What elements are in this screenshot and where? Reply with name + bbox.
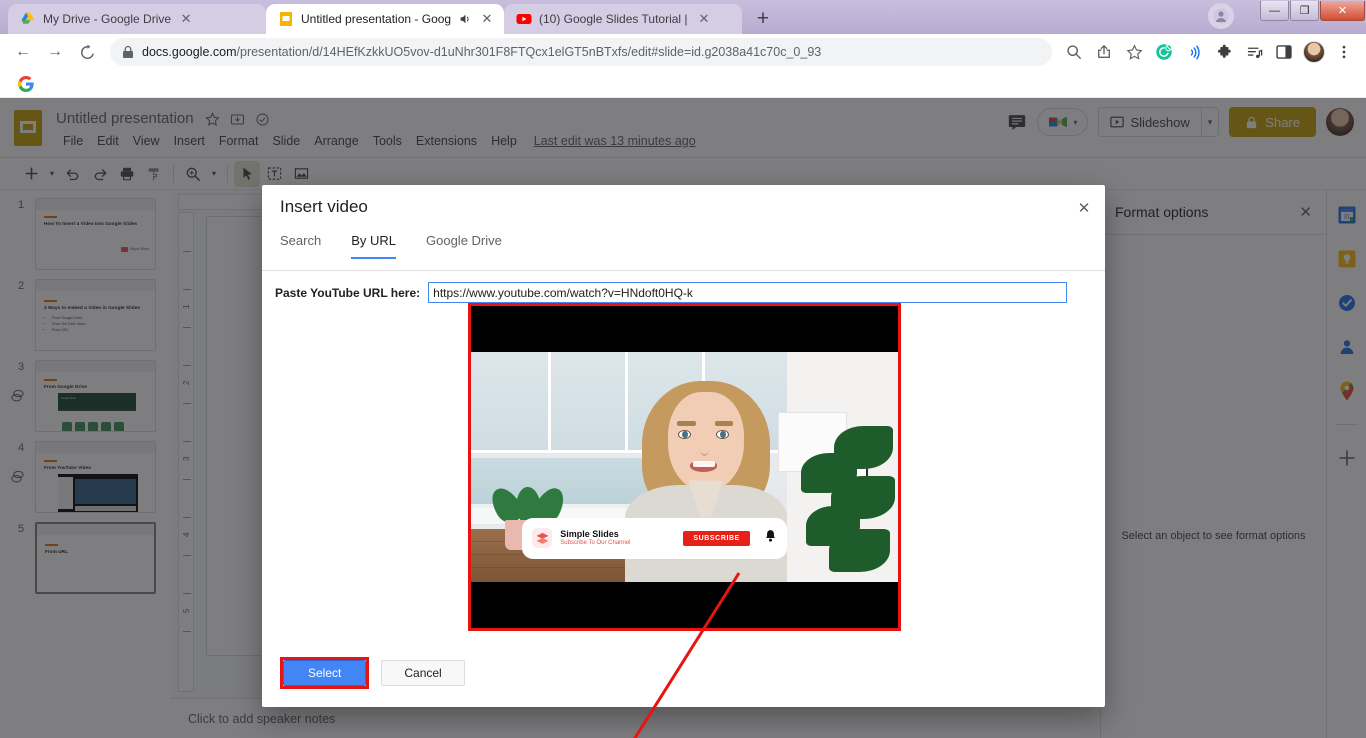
select-button-annotation-box: Select [280, 657, 370, 689]
browser-toolbar: ← → docs.google.com/presentation/d/14HEf… [0, 34, 1366, 70]
bookmark-google[interactable] [12, 73, 46, 95]
search-icon[interactable] [1060, 38, 1088, 66]
tab-title: My Drive - Google Drive [43, 12, 172, 26]
url-input-label: Paste YouTube URL here: [275, 285, 421, 300]
new-tab-button[interactable]: + [748, 4, 778, 34]
chrome-menu-icon[interactable] [1330, 38, 1358, 66]
google-slides-icon [280, 12, 292, 26]
subscribe-overlay-card: Simple Slides Subscribe To Our Channel S… [522, 517, 787, 559]
tab-close-icon[interactable]: ✕ [696, 11, 712, 27]
lock-icon [123, 45, 133, 58]
subscribe-button[interactable]: SUBSCRIBE [683, 530, 750, 546]
forward-icon[interactable]: → [40, 37, 70, 67]
video-preview[interactable]: Simple Slides Subscribe To Our Channel S… [471, 306, 898, 628]
browser-tab-untitled-presentation[interactable]: Untitled presentation - Goog ✕ [266, 4, 504, 34]
address-bar[interactable]: docs.google.com/presentation/d/14HEfKzkk… [110, 38, 1052, 66]
bookmark-star-icon[interactable] [1120, 38, 1148, 66]
profile-avatar[interactable] [1300, 38, 1328, 66]
address-bar-url: docs.google.com/presentation/d/14HEfKzkk… [142, 45, 821, 59]
url-domain: docs.google.com [142, 45, 237, 59]
window-profile-chip[interactable] [1208, 3, 1234, 29]
browser-window: My Drive - Google Drive ✕ Untitled prese… [0, 0, 1366, 738]
cancel-button[interactable]: Cancel [381, 660, 465, 686]
extensions-puzzle-icon[interactable] [1210, 38, 1238, 66]
url-path: /presentation/d/14HEfKzkkUO5vov-d1uNhr30… [236, 45, 822, 59]
youtube-url-input[interactable] [428, 282, 1067, 303]
window-controls: — ❐ ✕ [1260, 0, 1366, 22]
user-avatar-icon [1213, 8, 1229, 24]
window-minimize-button[interactable]: — [1260, 1, 1289, 21]
tab-title: (10) Google Slides Tutorial | How [539, 12, 689, 26]
dialog-tab-divider [262, 270, 1105, 271]
window-maximize-button[interactable]: ❐ [1290, 1, 1319, 21]
url-input-row: Paste YouTube URL here: [275, 282, 1067, 303]
tab-close-icon[interactable]: ✕ [479, 11, 495, 27]
google-icon [18, 75, 34, 92]
browser-tab-my-drive[interactable]: My Drive - Google Drive ✕ [8, 4, 266, 34]
video-preview-annotation-box: Simple Slides Subscribe To Our Channel S… [468, 303, 901, 631]
reload-icon[interactable] [72, 37, 102, 67]
window-close-button[interactable]: ✕ [1320, 1, 1365, 21]
tab-audio-icon[interactable] [458, 12, 472, 26]
tab-strip: My Drive - Google Drive ✕ Untitled prese… [0, 0, 1366, 34]
insert-video-dialog: Insert video ✕ Search By URL Google Driv… [262, 185, 1105, 738]
tab-title: Untitled presentation - Goog [301, 12, 451, 26]
channel-name: Simple Slides [560, 528, 619, 539]
tab-google-drive[interactable]: Google Drive [426, 233, 502, 259]
video-thumbnail-image: Simple Slides Subscribe To Our Channel S… [471, 352, 898, 582]
cast-sound-icon[interactable] [1180, 38, 1208, 66]
youtube-icon [516, 14, 532, 24]
channel-subtitle: Subscribe To Our Channel [560, 540, 631, 547]
simple-slides-logo-icon [532, 528, 553, 549]
back-icon[interactable]: ← [8, 37, 38, 67]
bookmarks-bar [0, 70, 1366, 98]
browser-action-icons [1060, 38, 1358, 66]
tab-by-url[interactable]: By URL [351, 233, 396, 259]
close-icon[interactable]: ✕ [1073, 197, 1095, 219]
dialog-actions: Select Cancel [280, 657, 465, 689]
dialog-tabs: Search By URL Google Drive [280, 233, 502, 259]
reading-list-icon[interactable] [1240, 38, 1268, 66]
side-panel-icon[interactable] [1270, 38, 1298, 66]
tab-close-icon[interactable]: ✕ [178, 11, 194, 27]
share-icon[interactable] [1090, 38, 1118, 66]
browser-tab-youtube-tutorial[interactable]: (10) Google Slides Tutorial | How ✕ [504, 4, 742, 34]
tab-search[interactable]: Search [280, 233, 321, 259]
google-drive-icon [21, 12, 35, 24]
dialog-title: Insert video [280, 197, 368, 216]
notification-bell-icon[interactable] [764, 529, 777, 548]
select-button[interactable]: Select [283, 660, 367, 686]
grammarly-icon[interactable] [1150, 38, 1178, 66]
